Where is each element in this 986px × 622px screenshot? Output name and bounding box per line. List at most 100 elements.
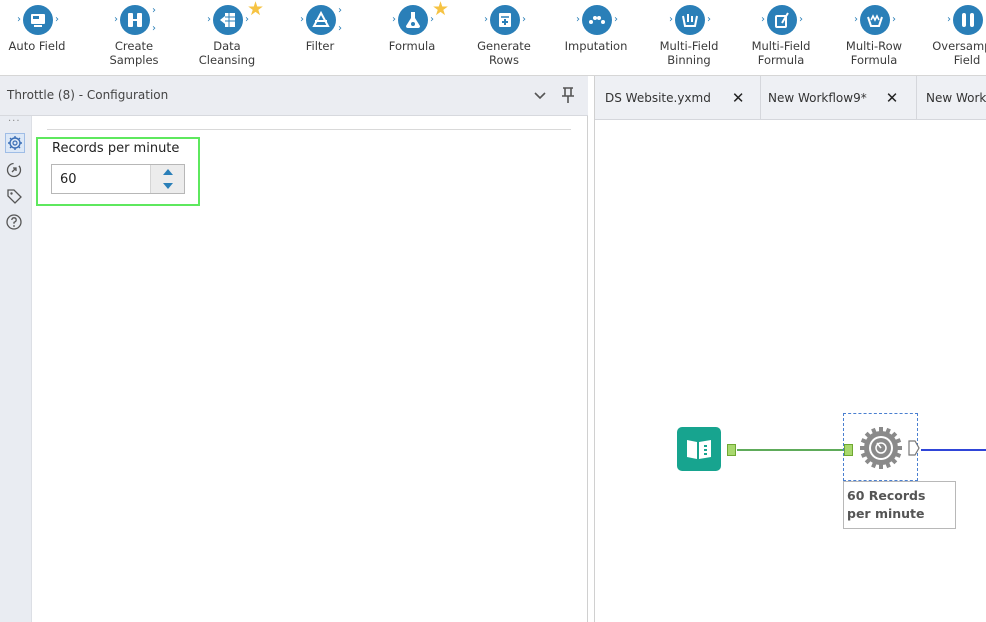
tool-icon-wrap: › › ★ [197,0,264,40]
tool-oversample-field[interactable]: › Oversample Field [919,0,986,75]
input-data-tool-node[interactable] [677,427,721,471]
annotation-tab-button[interactable] [5,187,25,207]
chevron-left-icon: › [576,14,580,25]
collapse-panel-button[interactable] [529,84,551,106]
chevron-left-icon: › [947,14,951,25]
close-icon[interactable]: ✕ [886,89,899,107]
triangle-down-icon [163,183,173,189]
tool-auto-field[interactable]: › › Auto Field [0,0,85,75]
tab-new-workflow[interactable]: New Workflow [917,76,986,119]
star-icon: ★ [247,0,265,20]
tool-icon-wrap: › › ★ [382,0,449,40]
tool-icon-wrap: › › › [290,2,350,40]
tool-icon-wrap: › › [7,2,67,40]
tool-label: Multi-Field Formula [751,39,811,67]
multi-field-formula-icon [767,5,797,35]
filter-icon [306,5,336,35]
help-tab-button[interactable] [5,213,25,233]
oversample-field-icon [953,5,983,35]
tool-multi-field-binning[interactable]: › › Multi-Field Binning [641,0,737,75]
chevron-right-icon: › [152,5,156,16]
config-side-rail: ··· [0,116,32,622]
configuration-tab-button[interactable] [5,133,25,153]
tag-icon [7,189,22,204]
tool-multi-field-formula[interactable]: › › Multi-Field Formula [733,0,829,75]
chevron-right-icon: › [522,14,526,25]
chevron-left-icon: › [761,14,765,25]
tool-formula[interactable]: › › ★ Formula [364,0,460,75]
tab-ds-website[interactable]: DS Website.yxmd ✕ [595,76,761,119]
more-dots-icon: ··· [8,116,21,127]
records-per-minute-stepper [51,164,185,194]
tool-label: Data Cleansing [198,39,256,67]
star-icon: ★ [432,0,450,20]
workflow-canvas[interactable]: 60 Records per minute [595,120,986,622]
tool-generate-rows[interactable]: › › Generate Rows [456,0,552,75]
chevron-left-icon: › [300,14,304,25]
config-divider [47,129,571,130]
tool-imputation[interactable]: › › Imputation [548,0,644,75]
multi-field-binning-icon [675,5,705,35]
gear-icon [8,136,22,150]
layout-tab-button[interactable] [5,161,25,181]
chevron-right-icon: › [55,14,59,25]
chevron-right-icon: › [152,23,156,34]
tool-palette: › › Auto Field › › › Create Samples › › … [0,0,986,76]
tool-icon-wrap: › › [474,2,534,40]
throttle-tool-node[interactable] [859,426,903,470]
tool-filter[interactable]: › › › Filter [272,0,368,75]
pin-icon [562,87,574,103]
tool-icon-wrap: › [937,2,986,40]
chevron-down-icon [534,92,546,100]
records-per-minute-input[interactable] [52,165,150,193]
chevron-right-icon: › [614,14,618,25]
tool-icon-wrap: › › › [104,2,164,40]
chevron-left-icon: › [484,14,488,25]
chevron-right-icon: › [338,5,342,16]
tool-label: Filter [305,39,335,53]
tool-icon-wrap: › › [751,2,811,40]
configuration-panel: Throttle (8) - Configuration ··· Records… [0,76,588,622]
tool-data-cleansing[interactable]: › › ★ Data Cleansing [179,0,275,75]
generate-rows-icon [490,5,520,35]
formula-icon [398,5,428,35]
tool-label: Create Samples [109,39,159,67]
close-icon[interactable]: ✕ [732,89,745,107]
chevron-left-icon: › [17,14,21,25]
chevron-left-icon: › [854,14,858,25]
multi-row-formula-icon [860,5,890,35]
chevron-left-icon: › [669,14,673,25]
increment-button[interactable] [151,165,185,179]
panel-title: Throttle (8) - Configuration [7,88,169,102]
stepper-buttons [150,165,184,193]
tab-label: New Workflow [926,91,986,105]
tool-label: Imputation [564,39,628,53]
node-annotation[interactable]: 60 Records per minute [843,481,956,529]
imputation-icon [582,5,612,35]
book-icon [687,440,711,459]
tool-create-samples[interactable]: › › › Create Samples [86,0,182,75]
data-cleansing-icon [213,5,243,35]
triangle-up-icon [163,169,173,175]
tool-label: Oversample Field [932,39,986,67]
help-icon [6,214,22,230]
create-samples-icon [120,5,150,35]
tool-icon-wrap: › › [844,2,904,40]
records-per-minute-label: Records per minute [52,141,180,156]
connection-line [737,449,843,451]
chevron-right-icon: › [338,23,342,34]
throttle-gear-icon [860,427,902,469]
chevron-left-icon: › [207,14,211,25]
decrement-button[interactable] [151,179,185,193]
tool-label: Formula [388,39,436,53]
tool-multi-row-formula[interactable]: › › Multi-Row Formula [826,0,922,75]
chevron-right-icon: › [799,14,803,25]
tab-label: New Workflow9* [768,91,867,105]
chevron-right-icon: › [707,14,711,25]
output-anchor[interactable] [727,444,736,456]
tool-label: Multi-Row Formula [845,39,903,67]
tab-new-workflow9[interactable]: New Workflow9* ✕ [761,76,917,119]
pin-panel-button[interactable] [557,84,579,106]
tool-icon-wrap: › › [566,2,626,40]
output-anchor[interactable] [908,440,920,456]
